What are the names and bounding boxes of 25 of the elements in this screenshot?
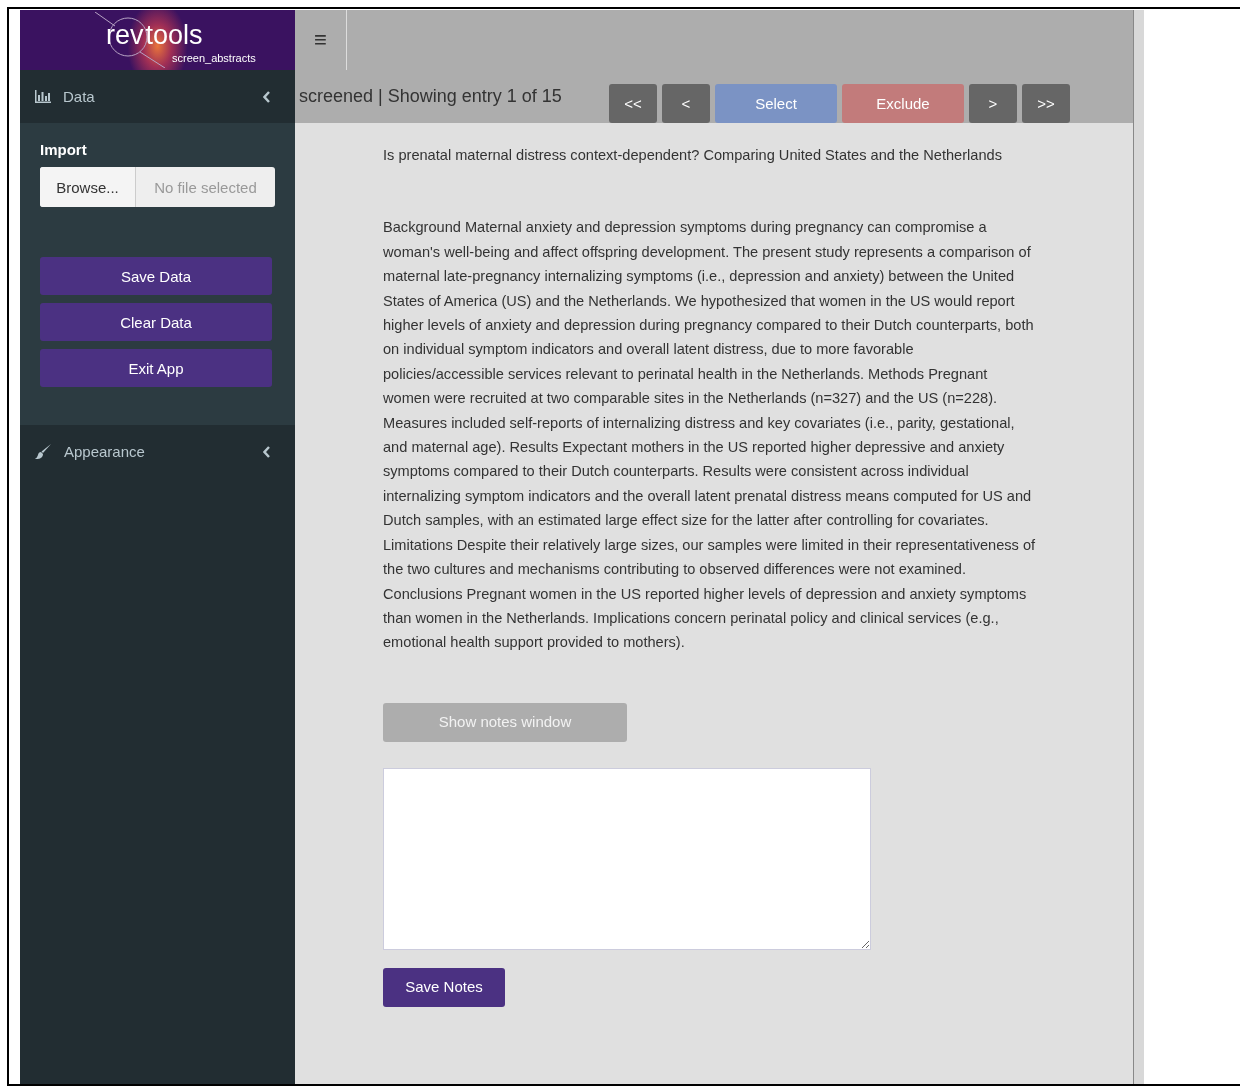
logo-text: rev (106, 20, 144, 51)
nav-button[interactable]: << (609, 84, 657, 123)
nav-button[interactable]: > (969, 84, 1017, 123)
abstract-text: Background Maternal anxiety and depression symptoms during pregnancy can compromise a woman's well-being and affect offspring development. The present study represents a comparison of maternal late-pregnancy internalizing symptoms (i.e., depression and anxiety) between the United States of America (US) and the Netherlands. We hypothesized that women in the US would report higher levels of anxiety and depression during pregnancy compared to their Dutch counterparts, both on individual symptom indicators and overall latent distress, due to more favorable policies/accessible services relevant to perinatal health in the Netherlands. Methods Pregnant women were recruited at two comparable sites in the Netherlands (n=327) and the US (n=228). Measures included self-reports of internalizing distress and key covariates (i.e., parity, gestational, and maternal age). Results Expectant mothers in the US reported higher depressive and anxiety symptoms compared to their Dutch counterparts. Results were consistent across individual internalizing symptom indicators and the overall latent prenatal distress means computed for US and Dutch samples, with an estimated large effect size for the latter after controlling for covariates. Limitations Despite their relatively large sizes, our samples were limited in their representativeness of the two cultures and mechanisms contributing to observed differences were not examined. Conclusions Pregnant women in the US reported higher levels of depression and anxiety symptoms than women in the Netherlands. Implications concern perinatal policy and clinical services (e.g., emotional health support provided to mothers). (383, 218, 1037, 653)
file-placeholder: No file selected (153, 177, 258, 198)
chevron-left-icon[interactable] (263, 445, 271, 458)
sidebar-button[interactable]: Exit App (40, 349, 272, 387)
bar-chart-icon (35, 90, 51, 103)
save-notes-button[interactable]: Save Notes (383, 967, 505, 1007)
browse-button[interactable]: Browse... (40, 167, 136, 207)
file-input[interactable]: Browse... No file selected (40, 167, 275, 207)
sidebar-button[interactable]: Save Data (40, 257, 272, 295)
logo-text: tools (145, 20, 203, 51)
nav-button[interactable]: >> (1022, 84, 1070, 123)
import-label: Import (40, 141, 88, 158)
notes-field[interactable] (383, 767, 871, 950)
article-title: Is prenatal maternal distress context-dependent? Comparing United States and the Netherlands (383, 146, 1003, 165)
nav-button[interactable]: < (662, 84, 710, 123)
menu-item[interactable]: Data (63, 88, 251, 105)
brush-icon (35, 443, 52, 460)
menu-item[interactable]: Appearance (64, 443, 251, 460)
sidebar-button[interactable]: Clear Data (40, 303, 272, 341)
status-text: screened | Showing entry 1 of 15 (299, 86, 562, 107)
chevron-left-icon[interactable] (263, 90, 271, 103)
logo-subtitle: screen_abstracts (172, 52, 256, 64)
